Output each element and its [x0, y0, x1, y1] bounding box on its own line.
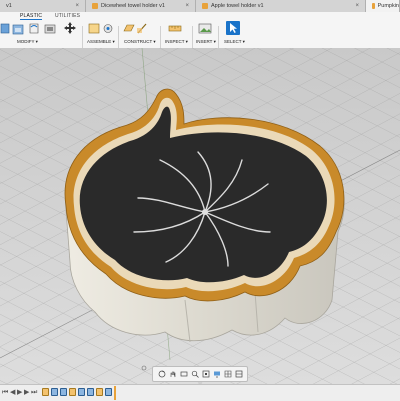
insert-menu[interactable]: INSERT ▾ [196, 39, 216, 45]
construct-tool-2[interactable] [136, 22, 148, 35]
modify-tool-3[interactable] [28, 22, 40, 35]
design-icon [92, 3, 98, 9]
inspect-menu[interactable]: INSPECT ▾ [165, 39, 188, 45]
construct-menu[interactable]: CONSTRUCT ▾ [124, 39, 156, 45]
tab-utilities[interactable]: UTILITIES [55, 13, 80, 19]
design-icon [372, 3, 375, 9]
document-tab-label: v1 [6, 3, 12, 9]
timeline-feature[interactable] [87, 388, 94, 396]
select-menu[interactable]: SELECT ▾ [224, 39, 245, 45]
timeline-feature[interactable] [96, 388, 103, 396]
modify-tool-4[interactable] [44, 22, 56, 35]
timeline-marker[interactable] [114, 386, 116, 400]
assemble-tool-1[interactable] [88, 22, 100, 35]
skip-start-icon[interactable]: ⏮ [2, 389, 8, 397]
construct-tool-1[interactable] [123, 22, 135, 35]
timeline-feature[interactable] [69, 388, 76, 396]
navigation-bar [152, 366, 248, 382]
document-tab-4[interactable]: Pumpkin [366, 0, 400, 12]
timeline-feature[interactable] [78, 388, 85, 396]
move-copy-tool[interactable] [63, 21, 77, 35]
look-at-icon[interactable] [180, 370, 188, 378]
new-component-icon [88, 23, 100, 34]
cursor-icon [230, 23, 237, 33]
display-icon[interactable] [213, 370, 221, 378]
joint-icon [103, 24, 113, 33]
toolbar: PLASTIC UTILITIES MODIFY ▾ ASSEMBLE ▾ CO… [0, 12, 400, 49]
spiral-center [202, 209, 208, 215]
axis-icon [137, 23, 147, 34]
combine-icon [44, 24, 56, 34]
fit-icon[interactable] [202, 370, 210, 378]
insert-tool[interactable] [198, 22, 212, 35]
timeline: ⏮ ◀ ▶ ▶ ⏭ [0, 384, 400, 401]
zoom-icon[interactable] [191, 370, 199, 378]
modify-tool-2[interactable] [12, 22, 25, 35]
viewport-icon[interactable] [235, 370, 243, 378]
select-tool[interactable] [226, 21, 240, 35]
pan-icon[interactable] [169, 370, 177, 378]
assemble-tool-2[interactable] [102, 22, 114, 35]
insert-image-icon [198, 23, 212, 34]
shell-icon [0, 23, 10, 34]
move-icon [64, 22, 76, 34]
fillet-icon [29, 23, 39, 34]
skip-end-icon[interactable]: ⏭ [31, 389, 37, 397]
toolbar-divider [218, 26, 219, 48]
tab-plastic[interactable]: PLASTIC [20, 13, 43, 20]
toolbar-divider [82, 26, 83, 48]
assemble-menu[interactable]: ASSEMBLE ▾ [87, 39, 115, 45]
close-icon[interactable]: × [75, 3, 79, 9]
close-icon[interactable]: × [355, 3, 359, 9]
measure-icon [168, 25, 182, 32]
timeline-feature[interactable] [51, 388, 58, 396]
document-tab-1[interactable]: v1 × [0, 0, 86, 12]
modify-menu[interactable]: MODIFY ▾ [17, 39, 38, 45]
design-icon [202, 3, 208, 9]
toolbar-divider [192, 26, 193, 48]
document-tab-label: Pumpkin [377, 3, 399, 9]
timeline-feature[interactable] [105, 388, 112, 396]
step-forward-icon[interactable]: ▶ [24, 389, 29, 397]
document-tab-3[interactable]: Apple towel holder v1 × [196, 0, 366, 12]
orbit-icon[interactable] [158, 370, 166, 378]
timeline-feature[interactable] [42, 388, 49, 396]
modify-tool-1[interactable] [0, 22, 10, 35]
play-icon[interactable]: ▶ [17, 389, 22, 397]
timeline-feature[interactable] [60, 388, 67, 396]
model-view[interactable] [0, 48, 400, 400]
viewport-canvas[interactable] [0, 48, 400, 400]
offset-plane-icon [123, 24, 135, 32]
press-pull-icon [12, 24, 24, 35]
document-tab-2[interactable]: Dicewheel towel holder v1 × [86, 0, 196, 12]
measure-tool[interactable] [168, 23, 182, 34]
grid-icon[interactable] [224, 370, 232, 378]
step-back-icon[interactable]: ◀ [10, 389, 15, 397]
toolbar-divider [118, 26, 119, 48]
close-icon[interactable]: × [185, 3, 189, 9]
toolbar-divider [160, 26, 161, 48]
document-tab-label: Dicewheel towel holder v1 [101, 3, 165, 9]
document-tab-label: Apple towel holder v1 [211, 3, 264, 9]
